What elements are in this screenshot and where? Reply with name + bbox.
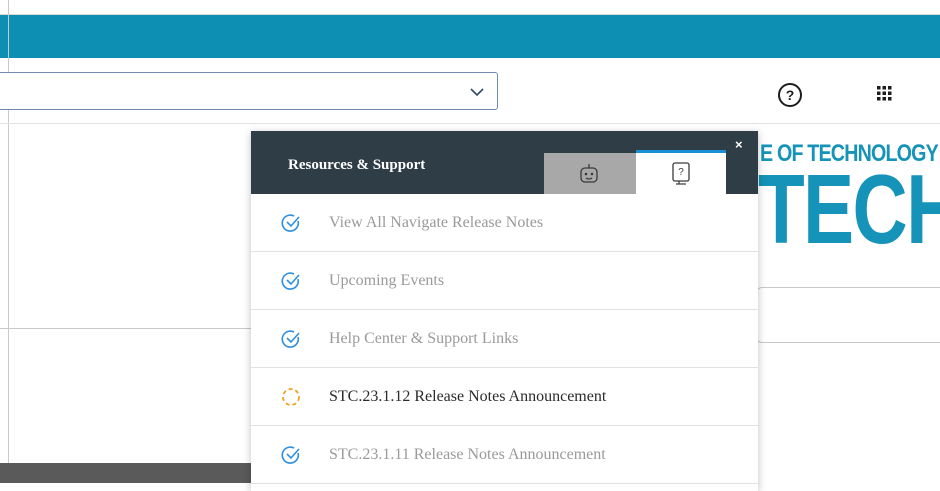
list-item-label: Upcoming Events [329, 272, 445, 289]
svg-text:?: ? [786, 87, 795, 103]
close-button[interactable]: × [735, 137, 743, 152]
tab-chatbot[interactable] [544, 153, 636, 194]
content-card [756, 287, 940, 343]
panel-header: Resources & Support × ? [251, 131, 758, 194]
robot-icon [580, 164, 598, 183]
footer-strip [0, 463, 252, 483]
brand-logo-wordmark: TECH [758, 154, 940, 264]
check-circle-icon [281, 330, 300, 348]
help-book-icon: ? [672, 162, 690, 185]
dashed-circle-icon [282, 388, 300, 406]
panel-title: Resources & Support [288, 157, 426, 173]
check-circle-icon [281, 272, 300, 290]
check-circle-icon [281, 214, 300, 232]
list-item-label: STC.23.1.11 Release Notes Announcement [329, 446, 606, 463]
question-circle-icon[interactable]: ? [777, 82, 803, 108]
list-item[interactable]: STC.23.1.11 Release Notes Announcement [251, 426, 758, 484]
resource-list: View All Navigate Release Notes Upcoming… [251, 194, 758, 484]
list-item-label: View All Navigate Release Notes [329, 214, 544, 231]
list-item[interactable]: Help Center & Support Links [251, 310, 758, 368]
tab-help[interactable]: ? [636, 150, 726, 194]
window-top-edge [0, 0, 940, 15]
apps-grid-icon[interactable] [877, 86, 892, 101]
list-item[interactable]: Upcoming Events [251, 252, 758, 310]
list-item[interactable]: STC.23.1.12 Release Notes Announcement [251, 368, 758, 426]
selector-dropdown[interactable] [0, 72, 498, 110]
top-banner [0, 15, 940, 58]
check-circle-icon [281, 446, 300, 464]
list-item[interactable]: View All Navigate Release Notes [251, 194, 758, 252]
list-item-label: Help Center & Support Links [329, 330, 519, 347]
header-divider [0, 123, 940, 124]
chevron-down-icon [470, 88, 484, 97]
content-divider [0, 328, 252, 329]
svg-text:?: ? [678, 167, 684, 178]
resources-support-panel: Resources & Support × ? View All Navigat… [251, 131, 758, 491]
list-item-label: STC.23.1.12 Release Notes Announcement [329, 388, 607, 405]
